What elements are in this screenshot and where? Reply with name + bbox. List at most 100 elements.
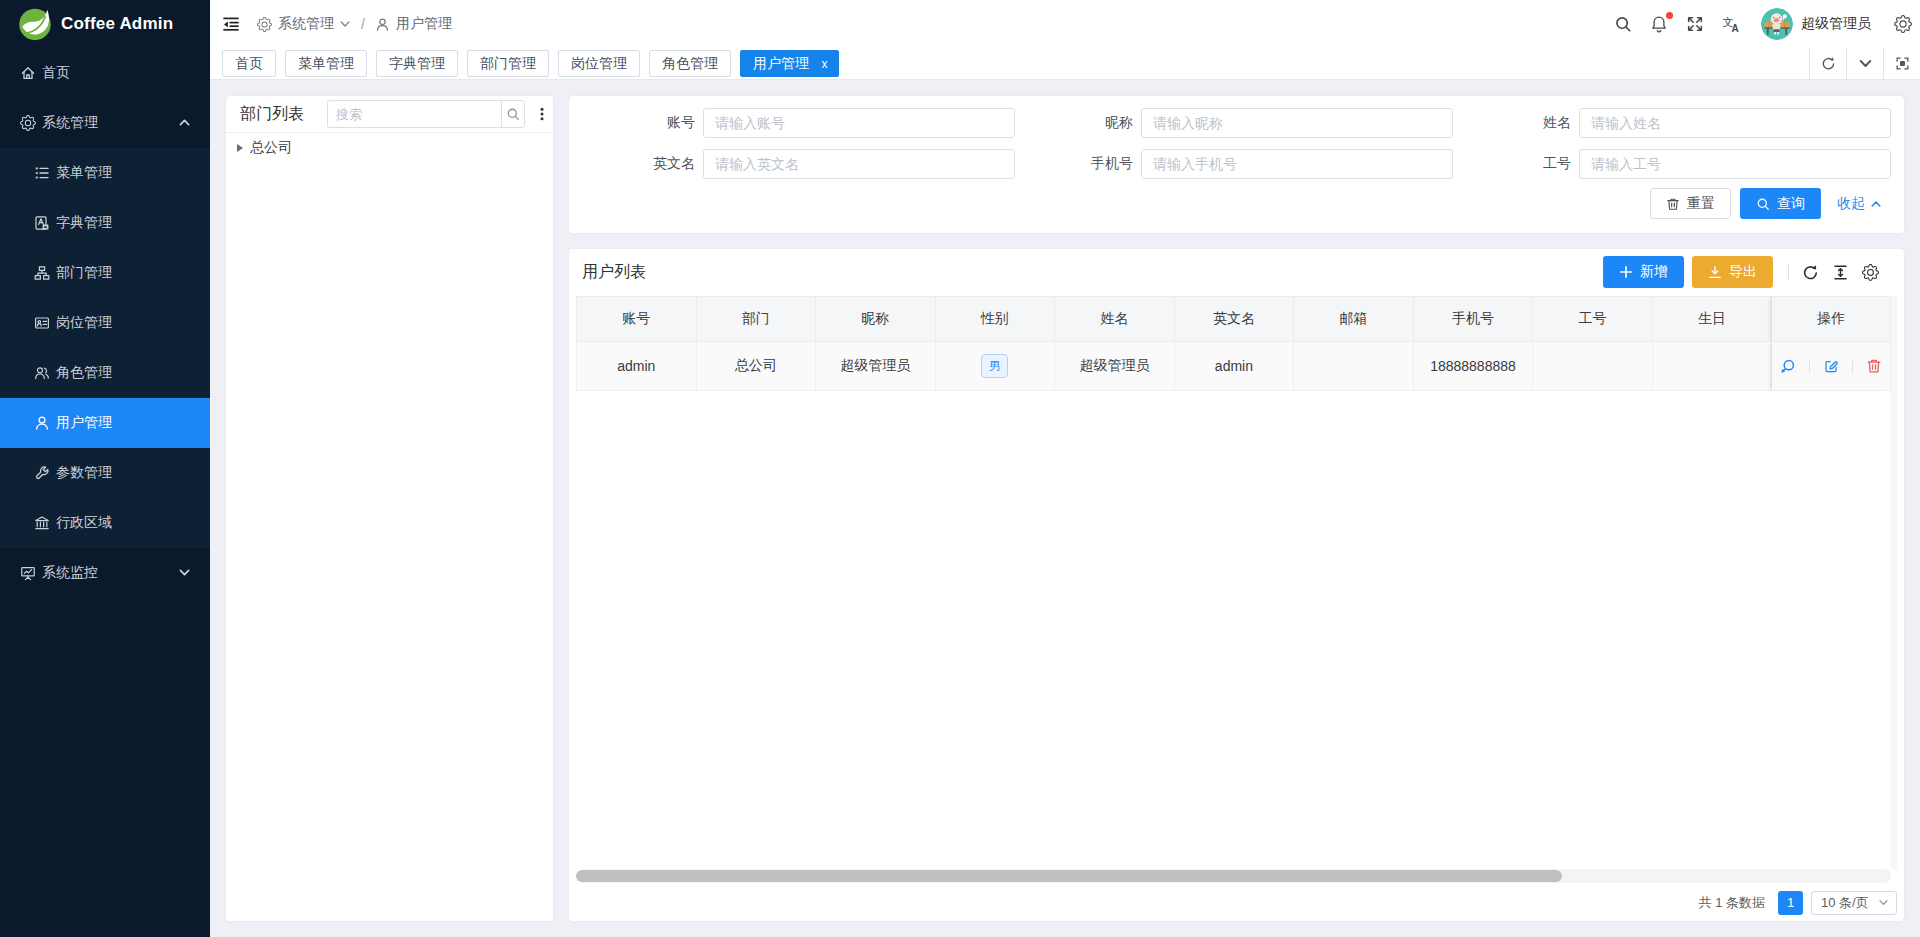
app-logo[interactable]: Coffee Admin bbox=[0, 0, 210, 48]
user-search-form: 账号 昵称 姓名 英文名 手机号 bbox=[569, 96, 1904, 233]
table-card-header: 用户列表 新增 导出 bbox=[569, 249, 1904, 295]
delete-trash-icon[interactable] bbox=[1866, 358, 1882, 374]
header-actions: 超级管理员 bbox=[1605, 8, 1920, 40]
sidebar-fold-icon[interactable] bbox=[222, 15, 240, 33]
monitor-icon bbox=[20, 565, 36, 581]
col-birthday[interactable]: 生日 bbox=[1652, 296, 1772, 342]
menu-list-icon bbox=[34, 165, 50, 181]
page-size-value: 10 条/页 bbox=[1821, 894, 1869, 912]
en-name-input[interactable] bbox=[703, 149, 1015, 179]
account-input[interactable] bbox=[703, 108, 1015, 138]
tab-user-mgmt[interactable]: 用户管理x bbox=[740, 50, 839, 77]
dept-search-button[interactable] bbox=[501, 100, 525, 128]
settings-gear-icon[interactable] bbox=[1894, 15, 1912, 33]
tab-home[interactable]: 首页 bbox=[222, 50, 276, 77]
dept-tree: 总公司 bbox=[226, 133, 553, 162]
cell-birthday bbox=[1652, 342, 1772, 391]
cell-en-name: admin bbox=[1174, 342, 1294, 391]
dept-search-input[interactable] bbox=[327, 100, 501, 128]
job-no-input[interactable] bbox=[1579, 149, 1891, 179]
sidebar-item-param-mgmt[interactable]: 参数管理 bbox=[0, 448, 210, 498]
tab-dict-mgmt[interactable]: 字典管理 bbox=[376, 50, 458, 77]
dept-search-group bbox=[327, 100, 525, 128]
sidebar-item-monitor[interactable]: 系统监控 bbox=[0, 548, 210, 598]
spring-leaf-logo-icon bbox=[18, 7, 52, 41]
tab-menu-mgmt[interactable]: 菜单管理 bbox=[285, 50, 367, 77]
chevron-down-icon bbox=[339, 18, 351, 30]
search-icon[interactable] bbox=[1614, 15, 1632, 33]
sidebar-item-dept-mgmt[interactable]: 部门管理 bbox=[0, 248, 210, 298]
table-row[interactable]: admin 总公司 超级管理员 男 超级管理员 admin 1888888888… bbox=[576, 342, 1891, 391]
op-divider bbox=[1852, 359, 1853, 373]
sidebar-item-role-mgmt[interactable]: 角色管理 bbox=[0, 348, 210, 398]
row-operations bbox=[1772, 358, 1890, 374]
content-fullscreen-button[interactable] bbox=[1883, 48, 1920, 80]
pagination-page-1[interactable]: 1 bbox=[1778, 891, 1803, 915]
col-nickname[interactable]: 昵称 bbox=[815, 296, 935, 342]
nickname-input[interactable] bbox=[1141, 108, 1453, 138]
translate-icon[interactable] bbox=[1722, 15, 1740, 33]
col-gender[interactable]: 性别 bbox=[935, 296, 1055, 342]
pagination-total: 共 1 条数据 bbox=[1699, 894, 1765, 912]
col-phone[interactable]: 手机号 bbox=[1413, 296, 1533, 342]
add-user-button[interactable]: 新增 bbox=[1603, 256, 1684, 288]
link-label: 收起 bbox=[1837, 195, 1865, 213]
reset-button[interactable]: 重置 bbox=[1650, 188, 1731, 219]
sidebar-item-system[interactable]: 系统管理 bbox=[0, 98, 210, 148]
home-icon bbox=[20, 65, 36, 81]
field-account: 账号 bbox=[585, 108, 1015, 138]
col-account[interactable]: 账号 bbox=[576, 296, 696, 342]
sidebar-item-user-mgmt[interactable]: 用户管理 bbox=[0, 398, 210, 448]
col-en-name[interactable]: 英文名 bbox=[1174, 296, 1294, 342]
app-title: Coffee Admin bbox=[61, 14, 173, 34]
notification-bell-icon[interactable] bbox=[1650, 15, 1668, 33]
field-job-no: 工号 bbox=[1461, 149, 1891, 179]
sidebar-item-home[interactable]: 首页 bbox=[0, 48, 210, 98]
row-density-icon[interactable] bbox=[1832, 264, 1849, 281]
field-name: 姓名 bbox=[1461, 108, 1891, 138]
page-size-select[interactable]: 10 条/页 bbox=[1811, 891, 1897, 915]
tree-node-root[interactable]: 总公司 bbox=[235, 134, 553, 162]
tagview-bar: 首页 菜单管理 字典管理 部门管理 岗位管理 角色管理 用户管理x bbox=[210, 48, 1920, 80]
sidebar-item-dict-mgmt[interactable]: 字典管理 bbox=[0, 198, 210, 248]
cell-dept: 总公司 bbox=[696, 342, 816, 391]
collapse-form-link[interactable]: 收起 bbox=[1837, 195, 1882, 213]
sidebar-item-menu-mgmt[interactable]: 菜单管理 bbox=[0, 148, 210, 198]
cell-job-no bbox=[1532, 342, 1652, 391]
dept-more-menu[interactable] bbox=[534, 106, 550, 122]
app-root: Coffee Admin 首页 系统管理 菜单管理 字典管理 部门管理 bbox=[0, 0, 1920, 937]
avatar[interactable] bbox=[1761, 8, 1793, 40]
tab-label: 角色管理 bbox=[662, 55, 718, 71]
export-button[interactable]: 导出 bbox=[1692, 256, 1773, 288]
tree-expand-caret-icon[interactable] bbox=[237, 144, 243, 152]
column-settings-gear-icon[interactable] bbox=[1862, 264, 1879, 281]
tab-dept-mgmt[interactable]: 部门管理 bbox=[467, 50, 549, 77]
edit-icon[interactable] bbox=[1823, 358, 1839, 374]
view-detail-icon[interactable] bbox=[1780, 358, 1796, 374]
tabs-menu-button[interactable] bbox=[1846, 48, 1883, 80]
wrench-icon bbox=[34, 465, 50, 481]
plus-icon bbox=[1619, 265, 1633, 279]
col-email[interactable]: 邮箱 bbox=[1293, 296, 1413, 342]
col-name[interactable]: 姓名 bbox=[1054, 296, 1174, 342]
name-input[interactable] bbox=[1579, 108, 1891, 138]
col-dept[interactable]: 部门 bbox=[696, 296, 816, 342]
fullscreen-icon[interactable] bbox=[1686, 15, 1704, 33]
current-user-name[interactable]: 超级管理员 bbox=[1801, 15, 1871, 33]
tab-post-mgmt[interactable]: 岗位管理 bbox=[558, 50, 640, 77]
tab-label: 部门管理 bbox=[480, 55, 536, 71]
refresh-page-button[interactable] bbox=[1809, 48, 1846, 80]
refresh-table-icon[interactable] bbox=[1802, 264, 1819, 281]
tab-role-mgmt[interactable]: 角色管理 bbox=[649, 50, 731, 77]
scrollbar-thumb[interactable] bbox=[576, 870, 1562, 882]
sidebar-item-post-mgmt[interactable]: 岗位管理 bbox=[0, 298, 210, 348]
col-job-no[interactable]: 工号 bbox=[1532, 296, 1652, 342]
query-button[interactable]: 查询 bbox=[1740, 188, 1821, 219]
tab-close-icon[interactable]: x bbox=[820, 52, 829, 77]
dept-panel: 部门列表 总公司 bbox=[226, 96, 553, 921]
field-nickname: 昵称 bbox=[1023, 108, 1453, 138]
breadcrumb-section[interactable]: 系统管理 bbox=[278, 15, 334, 33]
notification-dot bbox=[1666, 12, 1673, 19]
phone-input[interactable] bbox=[1141, 149, 1453, 179]
sidebar-item-region-mgmt[interactable]: 行政区域 bbox=[0, 498, 210, 548]
